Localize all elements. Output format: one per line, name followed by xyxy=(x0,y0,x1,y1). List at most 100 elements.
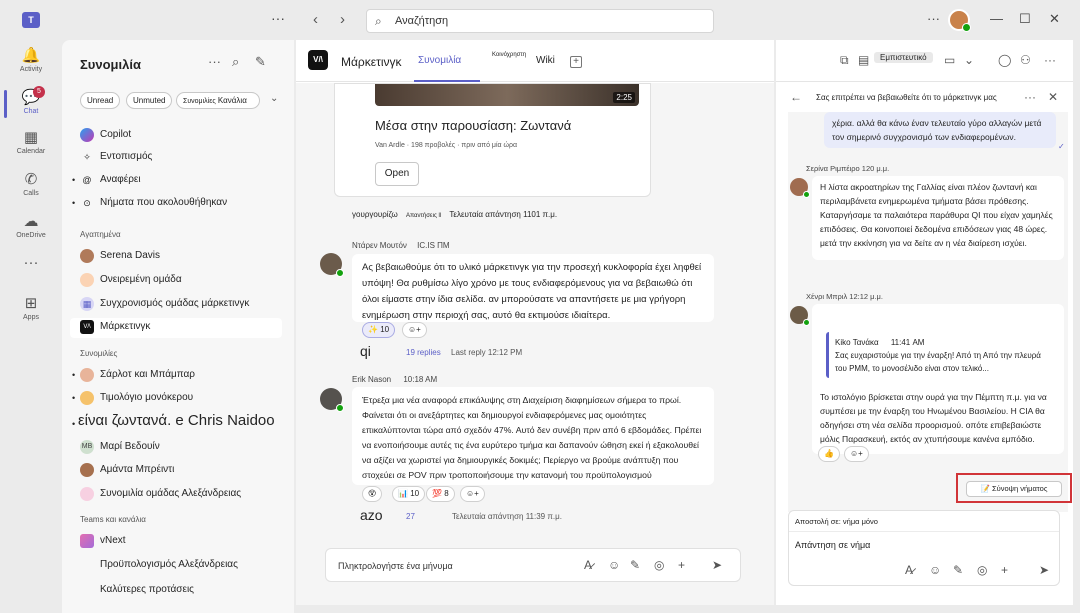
channel-item[interactable]: Προϋπολογισμός Αλεξάνδρειας xyxy=(80,556,288,576)
more-icon[interactable]: ··· xyxy=(1044,53,1056,67)
reaction-sparkle[interactable]: ✨ 10 xyxy=(362,322,396,338)
forward-icon[interactable]: › xyxy=(340,11,345,28)
presence-available-icon xyxy=(962,23,971,32)
search-input[interactable]: ⌕ Αναζήτηση xyxy=(366,9,714,33)
avatar[interactable] xyxy=(320,253,344,277)
avatar xyxy=(80,368,94,382)
message-compose[interactable]: Πληκτρολογήστε ένα μήνυμα A̷ ☺ ✎ ◎ + ➤ xyxy=(325,548,741,582)
apps-icon: ⊞ xyxy=(24,295,38,312)
channel-item[interactable]: Καλύτερες προτάσεις xyxy=(80,581,288,601)
card-reply-summary[interactable]: γουργουρίζω Απαντήσεις ll Τελευταία απάν… xyxy=(352,210,557,219)
app-rail: 🔔 Activity 💬 5 Chat ▦ Calendar ✆ Calls ☁… xyxy=(0,40,62,613)
replies-link[interactable]: 19 replies xyxy=(406,348,441,357)
chat-item[interactable]: • είναι ζωντανά. e Chris Naidoo xyxy=(72,412,288,436)
format-icon[interactable]: A̷ xyxy=(905,563,913,577)
sticker-icon[interactable]: ✎ xyxy=(630,558,640,572)
replies-link[interactable]: 27 xyxy=(406,512,415,521)
chat-item[interactable]: MB Μαρί Βεδουίν xyxy=(80,438,288,458)
back-icon[interactable]: ‹ xyxy=(313,11,318,28)
user-avatar[interactable] xyxy=(948,9,971,32)
loop-icon[interactable]: ◎ xyxy=(977,563,987,577)
rail-activity[interactable]: 🔔 Activity xyxy=(0,46,62,73)
thread-reply-compose[interactable]: Αποστολή σε: νήμα μόνο Απάντηση σε νήμα … xyxy=(788,510,1060,586)
tab-chat[interactable]: Συνομιλία xyxy=(418,55,461,66)
minimize-icon[interactable]: — xyxy=(990,11,1003,26)
favorite-serena-davis[interactable]: Serena Davis xyxy=(80,247,288,267)
avatar[interactable] xyxy=(790,178,810,198)
close-icon[interactable]: ✕ xyxy=(1049,11,1060,27)
chat-item[interactable]: Αμάντα Μπρέιντι xyxy=(80,461,288,481)
back-arrow-icon[interactable]: ← xyxy=(790,90,802,104)
chat-item[interactable]: • Τιμολόγιο μονόκερου xyxy=(72,389,288,409)
chat-item[interactable]: Συνομιλία ομάδας Αλεξάνδρειας xyxy=(80,485,288,505)
video-thumbnail[interactable]: 2:25 xyxy=(375,84,639,106)
format-icon[interactable]: A̷ xyxy=(584,558,592,572)
add-tab-icon[interactable]: + xyxy=(570,56,582,68)
avatar[interactable] xyxy=(790,306,810,326)
add-reaction-icon[interactable]: ☺+ xyxy=(402,322,427,338)
group-avatar xyxy=(80,487,94,501)
rail-more[interactable]: ··· xyxy=(0,254,62,271)
loop-icon[interactable]: ◎ xyxy=(654,558,664,572)
sticker-icon[interactable]: ✎ xyxy=(953,563,963,577)
search-icon[interactable]: ⌕ xyxy=(232,54,239,70)
add-reaction-icon[interactable]: ☺+ xyxy=(460,486,485,502)
more-icon[interactable]: ··· xyxy=(1024,90,1036,104)
rail-chat[interactable]: 💬 5 Chat xyxy=(0,86,62,118)
add-icon[interactable]: + xyxy=(678,558,685,572)
close-icon[interactable]: ✕ xyxy=(1048,90,1058,104)
clipboard-icon[interactable]: ▤ xyxy=(858,53,869,67)
reaction-chart[interactable]: 📊 10 xyxy=(392,486,426,502)
at-icon: @ xyxy=(82,175,92,185)
add-icon[interactable]: + xyxy=(1001,563,1008,577)
send-icon[interactable]: ➤ xyxy=(712,558,722,572)
quoted-message[interactable]: Kiko Τανάκα 11:41 AM Σας ευχαριστούμε γι… xyxy=(826,332,1056,378)
more-icon[interactable]: ··· xyxy=(271,10,285,26)
team-icon xyxy=(80,534,94,548)
pinned-mentions[interactable]: • @ Αναφέρει xyxy=(72,171,288,191)
more-icon[interactable]: ··· xyxy=(208,54,221,69)
reaction-hundred[interactable]: 💯 8 xyxy=(426,486,455,502)
favorite-marketing[interactable]: V/\ Μάρκετινγκ xyxy=(70,318,282,338)
pinned-discover[interactable]: ✧ Εντοπισμός xyxy=(80,148,288,168)
new-chat-icon[interactable]: ✎ xyxy=(255,54,266,70)
rail-calls[interactable]: ✆ Calls xyxy=(0,170,62,197)
chat-item[interactable]: • Σάρλοτ και Μπάμπαρ xyxy=(72,366,288,386)
tab-wiki[interactable]: Wiki xyxy=(536,55,555,66)
pinned-followed-threads[interactable]: • ⊙ Νήματα που ακολουθήθηκαν xyxy=(72,194,288,214)
tab-shared[interactable]: Κοινόχρηστη xyxy=(492,52,526,58)
reaction-thumbs-up[interactable]: 👍 xyxy=(818,446,840,462)
thread-panel: ⧉ ▤ Εμπιστευτικό ▭ ⌄ ◯ ⚇ ··· ← Σας επιτρ… xyxy=(776,40,1073,605)
channel-pane: V/\ Μάρκετινγκ Συνομιλία Κοινόχρηστη Wik… xyxy=(296,40,774,605)
avatar[interactable] xyxy=(320,388,344,412)
emoji-icon[interactable]: ☺ xyxy=(608,558,620,572)
favorite-marketing-sync[interactable]: ▦ Συγχρονισμός ομάδας μάρκετινγκ xyxy=(80,295,288,315)
add-reaction-icon[interactable]: ☺+ xyxy=(844,446,869,462)
rail-onedrive[interactable]: ☁ OneDrive xyxy=(0,212,62,239)
people-icon[interactable]: ⚇ xyxy=(1020,53,1031,67)
open-button[interactable]: Open xyxy=(375,162,419,186)
team-vnext[interactable]: vNext xyxy=(80,532,288,552)
avatar xyxy=(80,249,94,263)
copy-icon[interactable]: ⧉ xyxy=(840,53,849,68)
rail-calendar[interactable]: ▦ Calendar xyxy=(0,128,62,155)
reaction-face[interactable]: 😵 xyxy=(362,486,383,502)
chat-icon[interactable]: ◯ xyxy=(998,53,1011,67)
chevron-down-icon[interactable]: ⌄ xyxy=(270,93,278,104)
own-message: χέρια. αλλά θα κάνω έναν τελευταίο γύρο … xyxy=(824,112,1056,148)
favorites-header: Αγαπημένα xyxy=(80,230,121,239)
filter-chats-channels[interactable]: Συνομιλίες Κανάλια xyxy=(176,92,260,109)
filter-unmuted[interactable]: Unmuted xyxy=(126,92,173,109)
send-icon[interactable]: ➤ xyxy=(1039,563,1049,577)
favorite-dream-team[interactable]: Ονειρεμένη ομάδα xyxy=(80,271,288,291)
rail-apps[interactable]: ⊞ Apps xyxy=(0,294,62,321)
filter-unread[interactable]: Unread xyxy=(80,92,121,109)
more-options-icon[interactable]: ··· xyxy=(927,11,940,26)
chevron-down-icon[interactable]: ⌄ xyxy=(964,53,974,67)
maximize-icon[interactable]: ☐ xyxy=(1019,11,1031,27)
video-call-icon[interactable]: ▭ xyxy=(944,53,955,67)
sensitivity-label[interactable]: Εμπιστευτικό xyxy=(874,52,933,63)
pinned-copilot[interactable]: Copilot xyxy=(80,126,288,146)
thread-summary-button[interactable]: 📝 Σύνοψη νήματος xyxy=(966,481,1062,497)
emoji-icon[interactable]: ☺ xyxy=(929,563,941,577)
